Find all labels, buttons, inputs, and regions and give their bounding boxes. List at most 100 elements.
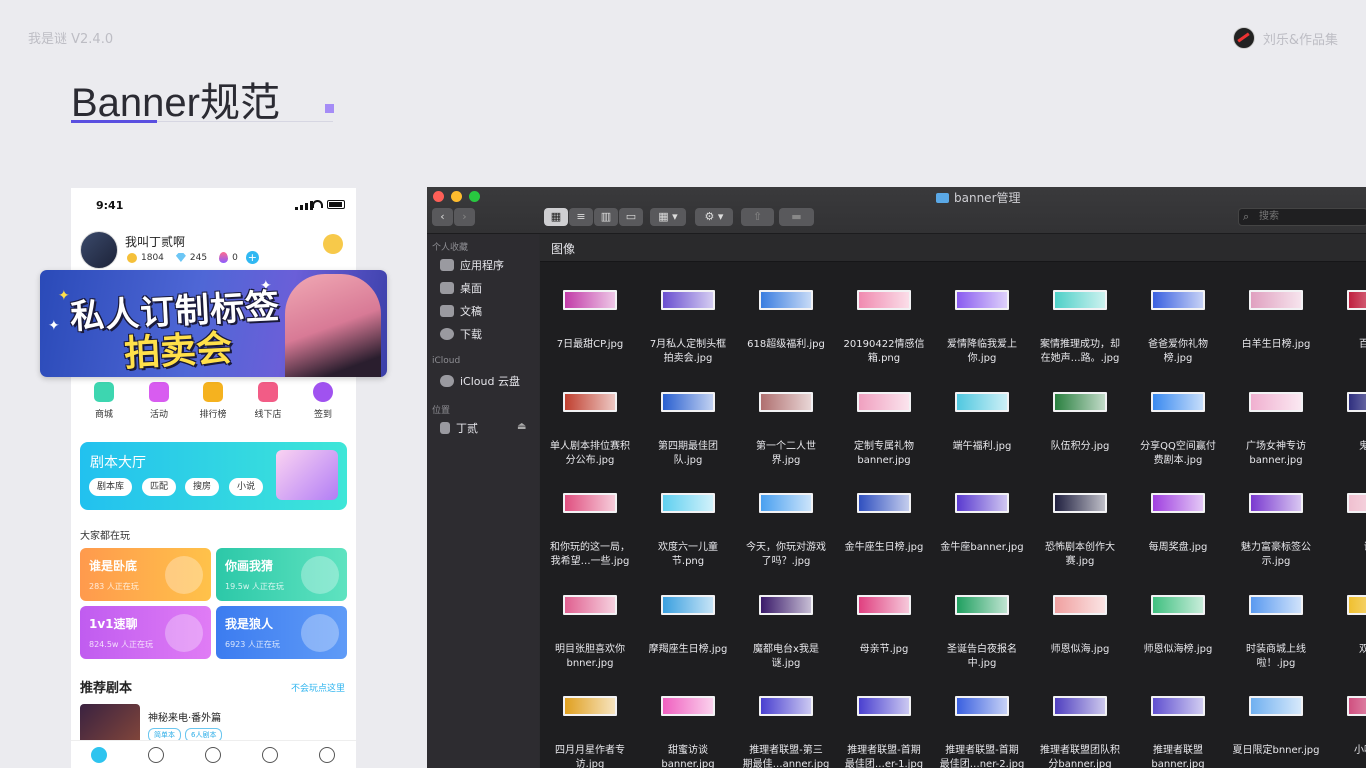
file-item[interactable]: 618超级福利.jpg bbox=[737, 290, 835, 352]
file-item[interactable]: 单人剧本排位赛积 分公布.jpg bbox=[541, 391, 639, 468]
nav-checkin[interactable]: 签到 bbox=[301, 382, 345, 420]
file-item[interactable]: 谜砖 bbox=[1325, 493, 1366, 555]
file-item[interactable]: 母亲节.jpg bbox=[835, 594, 933, 657]
tab-profile-icon[interactable] bbox=[319, 747, 335, 763]
file-item[interactable]: 队伍积分.jpg bbox=[1031, 391, 1129, 454]
file-item[interactable]: 第四期最佳团 队.jpg bbox=[639, 391, 737, 468]
file-item[interactable]: 20190422情感信 箱.png bbox=[835, 290, 933, 366]
eject-icon[interactable]: ⏏ bbox=[517, 421, 526, 432]
file-item[interactable]: 推理者联盟-第三 期最佳…anner.jpg bbox=[737, 696, 835, 768]
game-card-undercover[interactable]: 谁是卧底 283 人正在玩 bbox=[80, 548, 211, 601]
file-item[interactable]: 今天，你玩对游戏 了吗？.jpg bbox=[737, 493, 835, 569]
file-name: 恐怖剧本创作大 赛.jpg bbox=[1045, 542, 1115, 567]
gallery-view-button[interactable]: ▭ bbox=[619, 208, 643, 226]
zoom-button[interactable] bbox=[469, 191, 480, 202]
back-button[interactable]: ‹ bbox=[432, 208, 453, 226]
game-title: 你画我猜 bbox=[225, 559, 274, 573]
file-item[interactable]: 7月私人定制头框 拍卖会.jpg bbox=[639, 290, 737, 366]
file-item[interactable]: 金牛座生日榜.jpg bbox=[835, 493, 933, 555]
file-item[interactable]: 推理者联盟-首期 最佳团…ner-2.jpg bbox=[933, 696, 1031, 768]
sidebar-item-applications[interactable]: 应用程序 bbox=[440, 257, 504, 273]
file-item[interactable]: 双鱼生 bbox=[1325, 594, 1366, 657]
file-item[interactable]: 魅力富豪标签公 示.jpg bbox=[1227, 493, 1325, 569]
nav-label: 商城 bbox=[94, 410, 113, 420]
file-thumbnail bbox=[563, 696, 617, 716]
file-item[interactable]: 推理者联盟 banner.jpg bbox=[1129, 696, 1227, 768]
nav-ranking[interactable]: 排行榜 bbox=[191, 382, 235, 420]
file-name: 7日最甜CP.jpg bbox=[556, 339, 624, 350]
file-item[interactable]: 明目张胆喜欢你 bnner.jpg bbox=[541, 594, 639, 671]
close-button[interactable] bbox=[433, 191, 444, 202]
file-item[interactable]: 金牛座banner.jpg bbox=[933, 493, 1031, 555]
file-item[interactable]: 推理者联盟-首期 最佳团…er-1.jpg bbox=[835, 696, 933, 768]
file-item[interactable]: 夏日限定bnner.jpg bbox=[1227, 696, 1325, 758]
sidebar-item-disk[interactable]: 丁贰 bbox=[440, 420, 478, 436]
file-item[interactable]: 时装商城上线 啦！.jpg bbox=[1227, 594, 1325, 671]
chip-novel[interactable]: 小说 bbox=[229, 478, 264, 496]
game-card-draw-guess[interactable]: 你画我猜 19.5w 人正在玩 bbox=[216, 548, 347, 601]
help-link[interactable]: 不会玩点这里 bbox=[291, 681, 345, 694]
file-item[interactable]: 摩羯座生日榜.jpg bbox=[639, 594, 737, 657]
file-item[interactable]: 分享QQ空间赢付 费剧本.jpg bbox=[1129, 391, 1227, 468]
file-item[interactable]: 师恩似海.jpg bbox=[1031, 594, 1129, 657]
sidebar-item-icloud-drive[interactable]: iCloud 云盘 bbox=[440, 373, 520, 389]
sidebar-item-desktop[interactable]: 桌面 bbox=[440, 280, 482, 296]
file-item[interactable]: 爱情降临我爱上 你.jpg bbox=[933, 290, 1031, 366]
file-item[interactable]: 推理者联盟团队积 分banner.jpg bbox=[1031, 696, 1129, 768]
file-item[interactable]: 白羊生日榜.jpg bbox=[1227, 290, 1325, 352]
file-item[interactable]: 案情推理成功，却 在她声…路。.jpg bbox=[1031, 290, 1129, 366]
file-item[interactable]: 欢度六一儿童 节.png bbox=[639, 493, 737, 569]
chip-match[interactable]: 匹配 bbox=[142, 478, 177, 496]
gear-icon[interactable]: ⚙ ▾ bbox=[695, 208, 733, 226]
avatar[interactable] bbox=[80, 231, 118, 269]
file-name: 欢度六一儿童 节.png bbox=[658, 542, 718, 567]
game-card-quick-chat[interactable]: 1v1速聊 824.5w 人正在玩 bbox=[80, 606, 211, 659]
game-card-werewolf[interactable]: 我是狼人 6923 人正在玩 bbox=[216, 606, 347, 659]
file-item[interactable]: 爸爸爱你礼物 榜.jpg bbox=[1129, 290, 1227, 366]
file-item[interactable]: 和你玩的这一局， 我希望…一些.jpg bbox=[541, 493, 639, 569]
file-item[interactable]: 四月月星作者专 访.jpg bbox=[541, 696, 639, 768]
minimize-button[interactable] bbox=[451, 191, 462, 202]
column-view-button[interactable]: ▥ bbox=[594, 208, 618, 226]
file-item[interactable]: 圣诞告白夜报名 中.jpg bbox=[933, 594, 1031, 671]
tab-home-icon[interactable] bbox=[91, 747, 107, 763]
icon-view-button[interactable]: ▦ bbox=[544, 208, 568, 226]
file-item[interactable]: 百鬼夜 bbox=[1325, 290, 1366, 352]
search-input[interactable]: 搜索 bbox=[1238, 208, 1366, 226]
list-view-button[interactable]: ≡ bbox=[569, 208, 593, 226]
share-button[interactable]: ⇧ bbox=[741, 208, 774, 226]
file-thumbnail bbox=[1249, 493, 1303, 513]
chip-search-room[interactable]: 搜房 bbox=[185, 478, 220, 496]
file-item[interactable]: 端午福利.jpg bbox=[933, 391, 1031, 454]
chip-script-library[interactable]: 剧本库 bbox=[89, 478, 133, 496]
money-bag-icon[interactable] bbox=[323, 234, 343, 254]
quick-nav: 商城 活动 排行榜 线下店 签到 bbox=[71, 382, 356, 426]
file-thumbnail bbox=[857, 493, 911, 513]
file-item[interactable]: 每周奖盘.jpg bbox=[1129, 493, 1227, 555]
file-item[interactable]: 师恩似海榜.jpg bbox=[1129, 594, 1227, 657]
nav-shop[interactable]: 商城 bbox=[82, 382, 126, 420]
file-item[interactable]: 定制专属礼物 banner.jpg bbox=[835, 391, 933, 468]
sidebar-item-downloads[interactable]: 下载 bbox=[440, 326, 482, 342]
script-hall-card[interactable]: 剧本大厅 剧本库 匹配 搜房 小说 bbox=[80, 442, 347, 510]
file-item[interactable]: 第一个二人世 界.jpg bbox=[737, 391, 835, 468]
tab-planet-icon[interactable] bbox=[205, 747, 221, 763]
recharge-button[interactable]: + bbox=[245, 251, 259, 264]
nav-activity[interactable]: 活动 bbox=[137, 382, 181, 420]
script-name[interactable]: 神秘来电·番外篇 bbox=[148, 709, 221, 724]
file-item[interactable]: 恐怖剧本创作大 赛.jpg bbox=[1031, 493, 1129, 569]
sidebar-item-documents[interactable]: 文稿 bbox=[440, 303, 482, 319]
tab-heart-icon[interactable] bbox=[148, 747, 164, 763]
file-item[interactable]: 甜蜜访谈 banner.jpg bbox=[639, 696, 737, 768]
featured-banner[interactable]: ✦ ✦ ✦ 私人订制标签 拍卖会 bbox=[40, 270, 387, 377]
file-item[interactable]: 7日最甜CP.jpg bbox=[541, 290, 639, 352]
forward-button[interactable]: › bbox=[454, 208, 475, 226]
file-item[interactable]: 魔都电台x我是 谜.jpg bbox=[737, 594, 835, 671]
tab-chat-icon[interactable] bbox=[262, 747, 278, 763]
file-item[interactable]: 小嘴叭叭 bbox=[1325, 696, 1366, 758]
file-item[interactable]: 广场女神专访 banner.jpg bbox=[1227, 391, 1325, 468]
file-item[interactable]: 鬼马精 bbox=[1325, 391, 1366, 454]
group-by-button[interactable]: ▦ ▾ bbox=[650, 208, 686, 226]
tag-button[interactable]: ▬ bbox=[779, 208, 814, 226]
nav-offline-store[interactable]: 线下店 bbox=[246, 382, 290, 420]
